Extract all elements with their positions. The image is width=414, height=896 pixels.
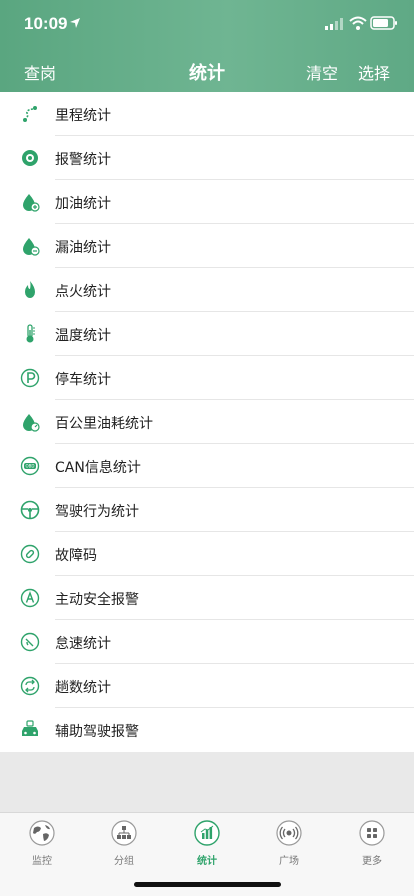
list-item-label: 温度统计 [55,328,111,344]
list-item-driving-behavior[interactable]: 驾驶行为统计 [0,488,414,532]
alarm-icon [20,148,40,168]
nav-bar: 查岗 统计 清空 选择 [0,46,414,92]
list-item-idle-speed[interactable]: 怠速统计 [0,620,414,664]
tab-group[interactable]: 分组 [94,819,154,867]
select-button[interactable]: 选择 [358,60,390,84]
parking-icon [20,368,40,388]
page-title: 统计 [189,63,225,84]
status-bar: 10:09 [0,0,414,46]
top-header: 10:09 查岗 统计 清空 选择 [0,0,414,92]
stats-icon [194,820,220,846]
tab-monitor[interactable]: 监控 [12,819,72,867]
broadcast-icon [276,820,302,846]
tab-statistics[interactable]: 统计 [177,819,237,867]
list-item-label: 加油统计 [55,196,111,212]
tab-label: 广场 [279,856,299,867]
list-item-label: 里程统计 [55,108,111,124]
tab-more[interactable]: 更多 [342,819,402,867]
route-icon [20,104,40,124]
list-item-label: 驾驶行为统计 [55,504,139,520]
list-item-can-info[interactable]: OBD CAN信息统计 [0,444,414,488]
empty-area [0,752,414,812]
battery-icon [370,16,397,30]
tab-label: 更多 [362,856,382,867]
list-item-refuel[interactable]: 加油统计 [0,180,414,224]
thermometer-icon [20,324,40,344]
list-item-label: 报警统计 [55,152,111,168]
list-item-mileage[interactable]: 里程统计 [0,92,414,136]
trip-count-icon [20,676,40,696]
list-item-label: 漏油统计 [55,240,111,256]
status-time: 10:09 [24,14,68,33]
list-item-fuel-leak[interactable]: 漏油统计 [0,224,414,268]
list-item-label: 趟数统计 [55,680,111,696]
location-arrow-icon [70,18,80,28]
list-item-assisted-driving[interactable]: 辅助驾驶报警 [0,708,414,752]
list-item-parking[interactable]: 停车统计 [0,356,414,400]
list-item-label: 点火统计 [55,284,111,300]
list-item-label: 主动安全报警 [55,592,139,608]
globe-icon [29,820,55,846]
more-grid-icon [359,820,385,846]
tab-plaza[interactable]: 广场 [259,819,319,867]
list-item-fault-code[interactable]: 故障码 [0,532,414,576]
fire-icon [20,280,40,300]
list-item-label: 辅助驾驶报警 [55,724,139,740]
tab-label: 分组 [114,856,134,867]
home-indicator[interactable] [134,882,281,887]
list-item-active-safety[interactable]: 主动安全报警 [0,576,414,620]
list-item-label: CAN信息统计 [55,460,141,476]
fuel-leak-icon [20,236,40,256]
obd-icon: OBD [20,456,40,476]
stats-list: 里程统计 报警统计 加油统计 漏油统计 点火统计 温度统计 停车统计 百公里油耗… [0,92,414,752]
active-safety-icon [20,588,40,608]
list-item-label: 百公里油耗统计 [55,416,153,432]
list-item-temperature[interactable]: 温度统计 [0,312,414,356]
list-item-ignition[interactable]: 点火统计 [0,268,414,312]
tab-label: 监控 [32,856,52,867]
list-item-alarm[interactable]: 报警统计 [0,136,414,180]
group-icon [111,820,137,846]
steering-wheel-icon [20,500,40,520]
fuel-consumption-icon [20,412,40,432]
list-item-fuel-consumption[interactable]: 百公里油耗统计 [0,400,414,444]
idle-speed-icon [20,632,40,652]
assisted-driving-icon [20,720,40,740]
tab-label: 统计 [197,856,217,867]
signal-icon [325,18,343,30]
list-item-label: 故障码 [55,548,97,564]
fuel-add-icon [20,192,40,212]
list-item-label: 怠速统计 [55,636,111,652]
list-item-label: 停车统计 [55,372,111,388]
list-item-trip-count[interactable]: 趟数统计 [0,664,414,708]
svg-text:OBD: OBD [26,464,35,469]
clear-button[interactable]: 清空 [306,60,338,84]
wifi-icon [349,16,367,30]
fault-code-icon [20,544,40,564]
